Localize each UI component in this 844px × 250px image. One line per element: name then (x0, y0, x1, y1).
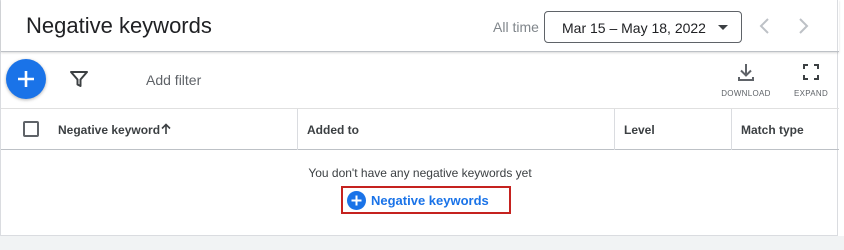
column-header-negative-keyword[interactable]: Negative keyword (58, 109, 298, 150)
column-header-match-type[interactable]: Match type (741, 109, 839, 150)
download-button[interactable]: DOWNLOAD (716, 63, 776, 103)
chevron-right-icon (799, 18, 809, 34)
column-label: Added to (307, 123, 359, 137)
table-toolbar: Add filter DOWNLOAD EXPAND (1, 53, 839, 109)
download-icon (738, 64, 754, 81)
column-header-added-to[interactable]: Added to (307, 109, 607, 150)
add-negative-keywords-label: Negative keywords (371, 193, 489, 208)
page-background-footer (0, 236, 844, 250)
filter-button[interactable] (69, 69, 89, 89)
date-range-value: Mar 15 – May 18, 2022 (562, 20, 706, 36)
dropdown-caret-icon (718, 25, 728, 30)
previous-period-button[interactable] (753, 14, 777, 38)
next-period-button[interactable] (791, 14, 815, 38)
add-negative-keyword-fab[interactable] (6, 59, 46, 99)
arrow-up-icon (161, 123, 171, 134)
page-title: Negative keywords (26, 13, 212, 38)
plus-icon (18, 71, 34, 87)
add-negative-keywords-button[interactable]: Negative keywords (341, 186, 511, 214)
add-filter-input[interactable]: Add filter (146, 72, 201, 88)
chevron-left-icon (759, 18, 769, 34)
table-header: Negative keyword Added to Level Match ty… (1, 109, 839, 150)
expand-icon (803, 64, 819, 80)
column-header-level[interactable]: Level (624, 109, 724, 150)
filter-icon (70, 71, 88, 87)
date-range-dropdown[interactable]: Mar 15 – May 18, 2022 (544, 11, 742, 43)
negative-keywords-panel: Negative keywords All time Mar 15 – May … (0, 0, 839, 236)
empty-state-message: You don't have any negative keywords yet (308, 166, 532, 180)
column-divider (297, 109, 298, 150)
expand-label: EXPAND (793, 89, 829, 98)
expand-button[interactable]: EXPAND (781, 63, 841, 103)
plus-circle-icon (347, 191, 366, 210)
column-label: Match type (741, 123, 804, 137)
column-label: Level (624, 123, 655, 137)
column-label: Negative keyword (58, 123, 161, 137)
date-range-label: All time (493, 19, 539, 35)
column-divider (731, 109, 732, 150)
select-all-checkbox[interactable] (23, 121, 39, 137)
page-header: Negative keywords All time Mar 15 – May … (1, 0, 839, 52)
column-divider (614, 109, 615, 150)
download-label: DOWNLOAD (721, 89, 771, 98)
